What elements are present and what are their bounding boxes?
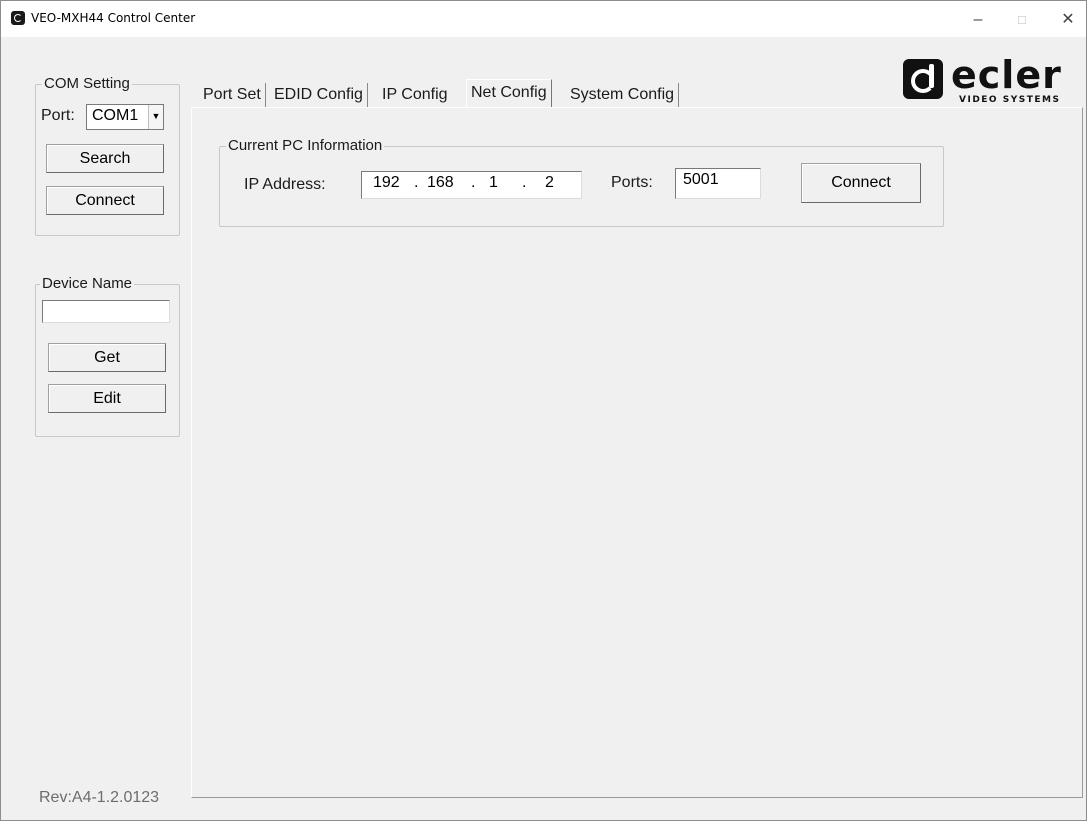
- ip-address-label: IP Address:: [244, 176, 326, 193]
- close-icon[interactable]: ✕: [1057, 9, 1079, 31]
- app-icon: [11, 11, 25, 25]
- port-select-value: COM1: [92, 107, 139, 124]
- com-setting-group: COM Setting Port: COM1 ▼ Search Connect: [35, 75, 180, 236]
- port-label: Port:: [41, 107, 75, 124]
- tab-system-config[interactable]: System Config: [566, 83, 680, 107]
- ports-value: 5001: [683, 171, 719, 188]
- current-pc-info-legend: Current PC Information: [226, 137, 385, 154]
- com-setting-legend: COM Setting: [42, 75, 132, 92]
- tab-edid-config[interactable]: EDID Config: [270, 83, 368, 107]
- net-config-panel: Current PC Information IP Address: 192 .…: [191, 107, 1083, 798]
- maximize-icon[interactable]: □: [1011, 9, 1033, 31]
- get-button[interactable]: Get: [48, 343, 166, 372]
- ecler-logo: ecler VIDEO SYSTEMS: [901, 53, 1081, 111]
- com-connect-button[interactable]: Connect: [46, 186, 164, 215]
- ip-octet-2[interactable]: 168: [427, 174, 454, 192]
- ip-octet-4[interactable]: 2: [545, 174, 554, 192]
- chevron-down-icon[interactable]: ▼: [148, 105, 163, 129]
- net-connect-button[interactable]: Connect: [801, 163, 921, 203]
- device-name-input[interactable]: [42, 300, 170, 323]
- window-title: VEO-MXH44 Control Center: [31, 11, 196, 25]
- device-name-group: Device Name Get Edit: [35, 275, 180, 437]
- minimize-icon[interactable]: –: [967, 9, 989, 31]
- ports-label: Ports:: [611, 174, 653, 191]
- app-window: VEO-MXH44 Control Center – □ ✕ COM Setti…: [0, 0, 1087, 821]
- ip-octet-3[interactable]: 1: [489, 174, 498, 192]
- tab-ip-config[interactable]: IP Config: [378, 83, 452, 107]
- current-pc-info-group: Current PC Information IP Address: 192 .…: [219, 137, 944, 227]
- device-name-legend: Device Name: [40, 275, 135, 292]
- title-bar[interactable]: VEO-MXH44 Control Center – □ ✕: [1, 1, 1086, 37]
- client-area: COM Setting Port: COM1 ▼ Search Connect …: [1, 37, 1086, 820]
- port-select[interactable]: COM1 ▼: [86, 104, 164, 130]
- ip-address-input[interactable]: 192 . 168 . 1 . 2: [361, 171, 582, 199]
- tab-port-set[interactable]: Port Set: [199, 83, 266, 107]
- revision-label: Rev:A4-1.2.0123: [39, 789, 160, 806]
- ip-octet-1[interactable]: 192: [373, 174, 400, 192]
- tab-net-config[interactable]: Net Config: [466, 79, 552, 108]
- search-button[interactable]: Search: [46, 144, 164, 173]
- edit-button[interactable]: Edit: [48, 384, 166, 413]
- ecler-mark-icon: [903, 59, 943, 99]
- ports-input[interactable]: 5001: [675, 168, 761, 199]
